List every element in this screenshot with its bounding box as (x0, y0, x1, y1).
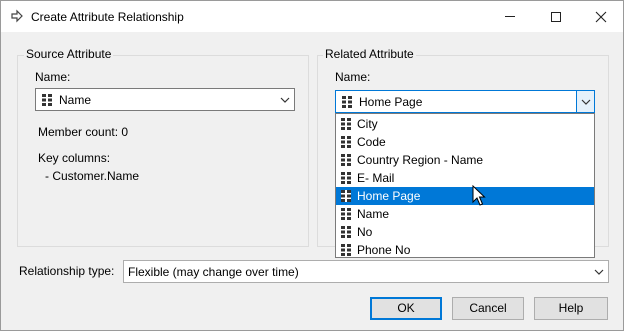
ok-button[interactable]: OK (370, 297, 442, 320)
dropdown-option-label: City (357, 117, 378, 131)
arrow-right-icon (10, 9, 24, 23)
chevron-down-icon[interactable] (576, 91, 594, 112)
dropdown-option-label: Name (357, 207, 390, 221)
dropdown-option-label: No (357, 225, 373, 239)
maximize-icon (551, 11, 561, 22)
related-name-value: Home Page (359, 95, 423, 109)
dropdown-option-label: Country Region - Name (357, 153, 484, 167)
chevron-down-icon (590, 261, 608, 282)
dialog-window: Create Attribute Relationship Source Att… (0, 0, 624, 331)
minimize-icon (505, 16, 515, 17)
attribute-grid-icon (42, 94, 52, 106)
related-attribute-title: Related Attribute (323, 47, 416, 61)
dropdown-option[interactable]: Country Region - Name (336, 151, 594, 169)
dropdown-option[interactable]: E- Mail (336, 169, 594, 187)
window-title: Create Attribute Relationship (31, 10, 184, 24)
maximize-button[interactable] (533, 1, 579, 32)
source-name-value: Name (59, 93, 92, 107)
source-name-select[interactable]: Name (35, 88, 295, 111)
dropdown-option-label: Phone No (357, 243, 411, 257)
related-name-dropdown-list: City Code Country Region - Name E- Mail Home… (335, 113, 595, 258)
source-name-label: Name: (35, 70, 71, 84)
related-name-select[interactable]: Home Page (335, 90, 595, 113)
member-count-text: Member count: 0 (38, 125, 129, 139)
help-button[interactable]: Help (534, 297, 608, 320)
source-attribute-title: Source Attribute (24, 47, 114, 61)
relationship-type-label: Relationship type: (19, 264, 115, 278)
attribute-grid-icon (341, 226, 351, 238)
key-column-item: - Customer.Name (45, 169, 140, 183)
attribute-grid-icon (341, 190, 351, 202)
relationship-type-select[interactable]: Flexible (may change over time) (123, 260, 609, 283)
dropdown-option[interactable]: No (336, 223, 594, 241)
dropdown-option-label: Home Page (357, 189, 421, 203)
dropdown-option-label: Code (357, 135, 386, 149)
attribute-grid-icon (341, 118, 351, 130)
dropdown-option[interactable]: Code (336, 133, 594, 151)
dropdown-option-label: E- Mail (357, 171, 395, 185)
mouse-pointer-icon (472, 184, 486, 210)
chevron-down-icon (276, 89, 294, 110)
close-icon (595, 11, 607, 22)
key-columns-label: Key columns: (38, 151, 111, 165)
dropdown-option[interactable]: Name (336, 205, 594, 223)
close-button[interactable] (578, 1, 624, 32)
relationship-type-value: Flexible (may change over time) (128, 265, 299, 279)
dropdown-option[interactable]: Home Page (336, 187, 594, 205)
dropdown-option[interactable]: Phone No (336, 241, 594, 259)
attribute-grid-icon (341, 136, 351, 148)
minimize-button[interactable] (487, 1, 533, 32)
attribute-grid-icon (341, 208, 351, 220)
attribute-grid-icon (342, 96, 352, 108)
related-name-label: Name: (335, 70, 371, 84)
attribute-grid-icon (341, 172, 351, 184)
dropdown-option[interactable]: City (336, 115, 594, 133)
title-bar: Create Attribute Relationship (1, 1, 623, 32)
attribute-grid-icon (341, 244, 351, 256)
attribute-grid-icon (341, 154, 351, 166)
cancel-button[interactable]: Cancel (452, 297, 524, 320)
